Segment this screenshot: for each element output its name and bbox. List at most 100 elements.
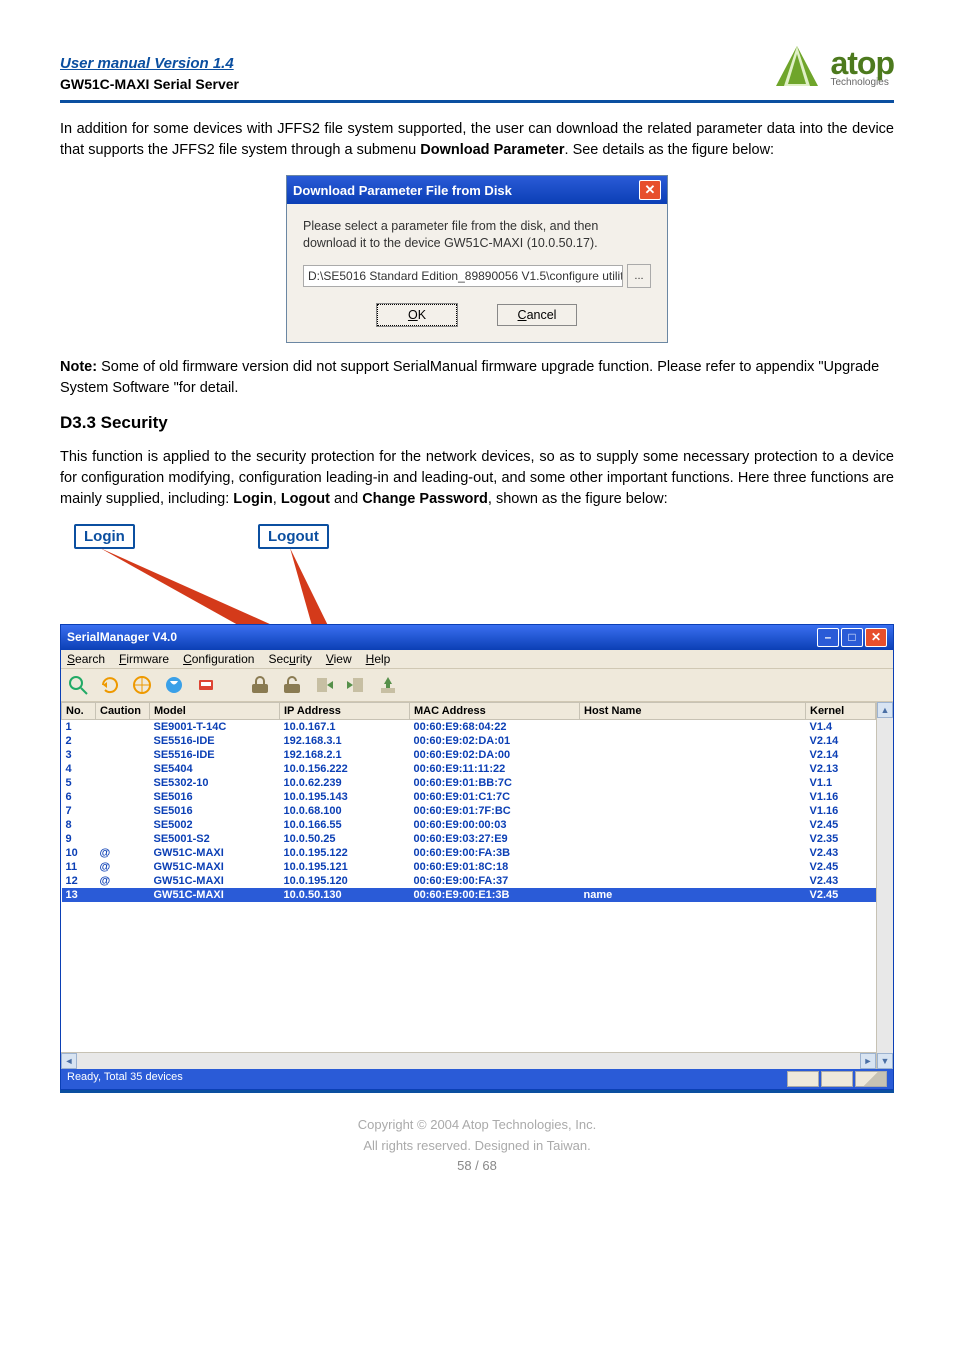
col-no-[interactable]: No. (62, 702, 96, 719)
cell-model: SE5002 (150, 818, 280, 832)
import-tool-icon[interactable] (311, 672, 337, 698)
cancel-button[interactable]: Cancel (497, 304, 577, 326)
table-row[interactable]: 2SE5516-IDE192.168.3.100:60:E9:02:DA:01V… (62, 734, 876, 748)
cell-kernel: V2.14 (806, 734, 876, 748)
table-blank-area (61, 902, 876, 1052)
cell-ip: 192.168.3.1 (280, 734, 410, 748)
app-title: SerialManager V4.0 (67, 630, 177, 644)
horizontal-scrollbar[interactable]: ◄ ► (61, 1052, 876, 1069)
cell-host (580, 748, 806, 762)
dialog-message: Please select a parameter file from the … (303, 218, 651, 252)
menu-view[interactable]: View (326, 652, 352, 666)
serialmanager-window: SerialManager V4.0 – □ ✕ Search Firmware… (60, 624, 894, 1090)
browse-button[interactable]: ... (627, 264, 651, 288)
cell-mac: 00:60:E9:00:E1:3B (410, 888, 580, 902)
ok-button[interactable]: OK (377, 304, 457, 326)
network-tool-icon[interactable] (129, 672, 155, 698)
menu-search[interactable]: Search (67, 652, 105, 666)
cell-model: GW51C-MAXI (150, 888, 280, 902)
maximize-icon[interactable]: □ (841, 628, 863, 647)
close-icon[interactable]: ✕ (865, 628, 887, 647)
cell-no: 10 (62, 846, 96, 860)
scroll-down-icon[interactable]: ▼ (877, 1053, 893, 1069)
cell-model: GW51C-MAXI (150, 860, 280, 874)
cell-no: 8 (62, 818, 96, 832)
table-row[interactable]: 7SE501610.0.68.10000:60:E9:01:7F:BCV1.16 (62, 804, 876, 818)
device-table: No.CautionModelIP AddressMAC AddressHost… (61, 702, 876, 902)
device-tool-icon[interactable] (193, 672, 219, 698)
table-row[interactable]: 5SE5302-1010.0.62.23900:60:E9:01:BB:7CV1… (62, 776, 876, 790)
scroll-up-icon[interactable]: ▲ (877, 702, 893, 718)
cell-kernel: V1.16 (806, 790, 876, 804)
cell-caution (96, 776, 150, 790)
close-icon[interactable]: ✕ (639, 180, 661, 200)
menu-configuration[interactable]: Configuration (183, 652, 254, 666)
table-row[interactable]: 8SE500210.0.166.5500:60:E9:00:00:03V2.45 (62, 818, 876, 832)
minimize-icon[interactable]: – (817, 628, 839, 647)
cell-no: 1 (62, 719, 96, 734)
col-caution[interactable]: Caution (96, 702, 150, 719)
cell-ip: 10.0.68.100 (280, 804, 410, 818)
login-tool-icon[interactable] (247, 672, 273, 698)
menu-help[interactable]: Help (366, 652, 391, 666)
cell-no: 12 (62, 874, 96, 888)
cell-mac: 00:60:E9:11:11:22 (410, 762, 580, 776)
web-tool-icon[interactable] (161, 672, 187, 698)
col-mac-address[interactable]: MAC Address (410, 702, 580, 719)
table-row[interactable]: 4SE540410.0.156.22200:60:E9:11:11:22V2.1… (62, 762, 876, 776)
cell-host (580, 734, 806, 748)
cell-no: 7 (62, 804, 96, 818)
cell-kernel: V2.43 (806, 874, 876, 888)
serialmanager-figure: Login Logout SerialManager V4.0 – □ ✕ Se… (60, 524, 894, 1093)
cell-no: 11 (62, 860, 96, 874)
cell-model: SE5516-IDE (150, 734, 280, 748)
table-row[interactable]: 3SE5516-IDE192.168.2.100:60:E9:02:DA:00V… (62, 748, 876, 762)
table-row[interactable]: 6SE501610.0.195.14300:60:E9:01:C1:7CV1.1… (62, 790, 876, 804)
cell-model: GW51C-MAXI (150, 846, 280, 860)
atop-logo-icon (770, 40, 824, 94)
cell-caution (96, 888, 150, 902)
table-row[interactable]: 9SE5001-S210.0.50.2500:60:E9:03:27:E9V2.… (62, 832, 876, 846)
file-path-field[interactable]: D:\SE5016 Standard Edition_89890056 V1.5… (303, 265, 623, 287)
scroll-right-icon[interactable]: ► (860, 1053, 876, 1069)
cell-kernel: V1.1 (806, 776, 876, 790)
search-tool-icon[interactable] (65, 672, 91, 698)
cell-mac: 00:60:E9:03:27:E9 (410, 832, 580, 846)
refresh-tool-icon[interactable] (97, 672, 123, 698)
menu-security[interactable]: Security (268, 652, 311, 666)
copyright-line: Copyright © 2004 Atop Technologies, Inc. (60, 1115, 894, 1136)
cell-host (580, 762, 806, 776)
logout-tool-icon[interactable] (279, 672, 305, 698)
download-tool-icon[interactable] (375, 672, 401, 698)
table-row[interactable]: 10@GW51C-MAXI10.0.195.12200:60:E9:00:FA:… (62, 846, 876, 860)
table-row[interactable]: 12@GW51C-MAXI10.0.195.12000:60:E9:00:FA:… (62, 874, 876, 888)
cell-no: 4 (62, 762, 96, 776)
document-header: User manual Version 1.4 GW51C-MAXI Seria… (60, 40, 894, 103)
table-row[interactable]: 11@GW51C-MAXI10.0.195.12100:60:E9:01:8C:… (62, 860, 876, 874)
cell-mac: 00:60:E9:68:04:22 (410, 719, 580, 734)
col-kernel[interactable]: Kernel (806, 702, 876, 719)
menu-firmware[interactable]: Firmware (119, 652, 169, 666)
cell-no: 9 (62, 832, 96, 846)
cell-caution (96, 762, 150, 776)
cell-model: SE5516-IDE (150, 748, 280, 762)
vertical-scrollbar[interactable]: ▲ ▼ (876, 702, 893, 1069)
scroll-left-icon[interactable]: ◄ (61, 1053, 77, 1069)
table-row[interactable]: 13GW51C-MAXI10.0.50.13000:60:E9:00:E1:3B… (62, 888, 876, 902)
cell-ip: 10.0.156.222 (280, 762, 410, 776)
cell-ip: 10.0.166.55 (280, 818, 410, 832)
col-ip-address[interactable]: IP Address (280, 702, 410, 719)
intro-paragraph: In addition for some devices with JFFS2 … (60, 119, 894, 161)
export-tool-icon[interactable] (343, 672, 369, 698)
brand-subtitle: Technologies (830, 77, 894, 88)
cell-ip: 10.0.50.25 (280, 832, 410, 846)
table-row[interactable]: 1SE9001-T-14C10.0.167.100:60:E9:68:04:22… (62, 719, 876, 734)
col-host-name[interactable]: Host Name (580, 702, 806, 719)
cell-ip: 10.0.195.122 (280, 846, 410, 860)
callout-arrows (60, 524, 400, 624)
cell-ip: 192.168.2.1 (280, 748, 410, 762)
col-model[interactable]: Model (150, 702, 280, 719)
cell-kernel: V1.4 (806, 719, 876, 734)
cell-caution (96, 719, 150, 734)
cell-ip: 10.0.195.120 (280, 874, 410, 888)
